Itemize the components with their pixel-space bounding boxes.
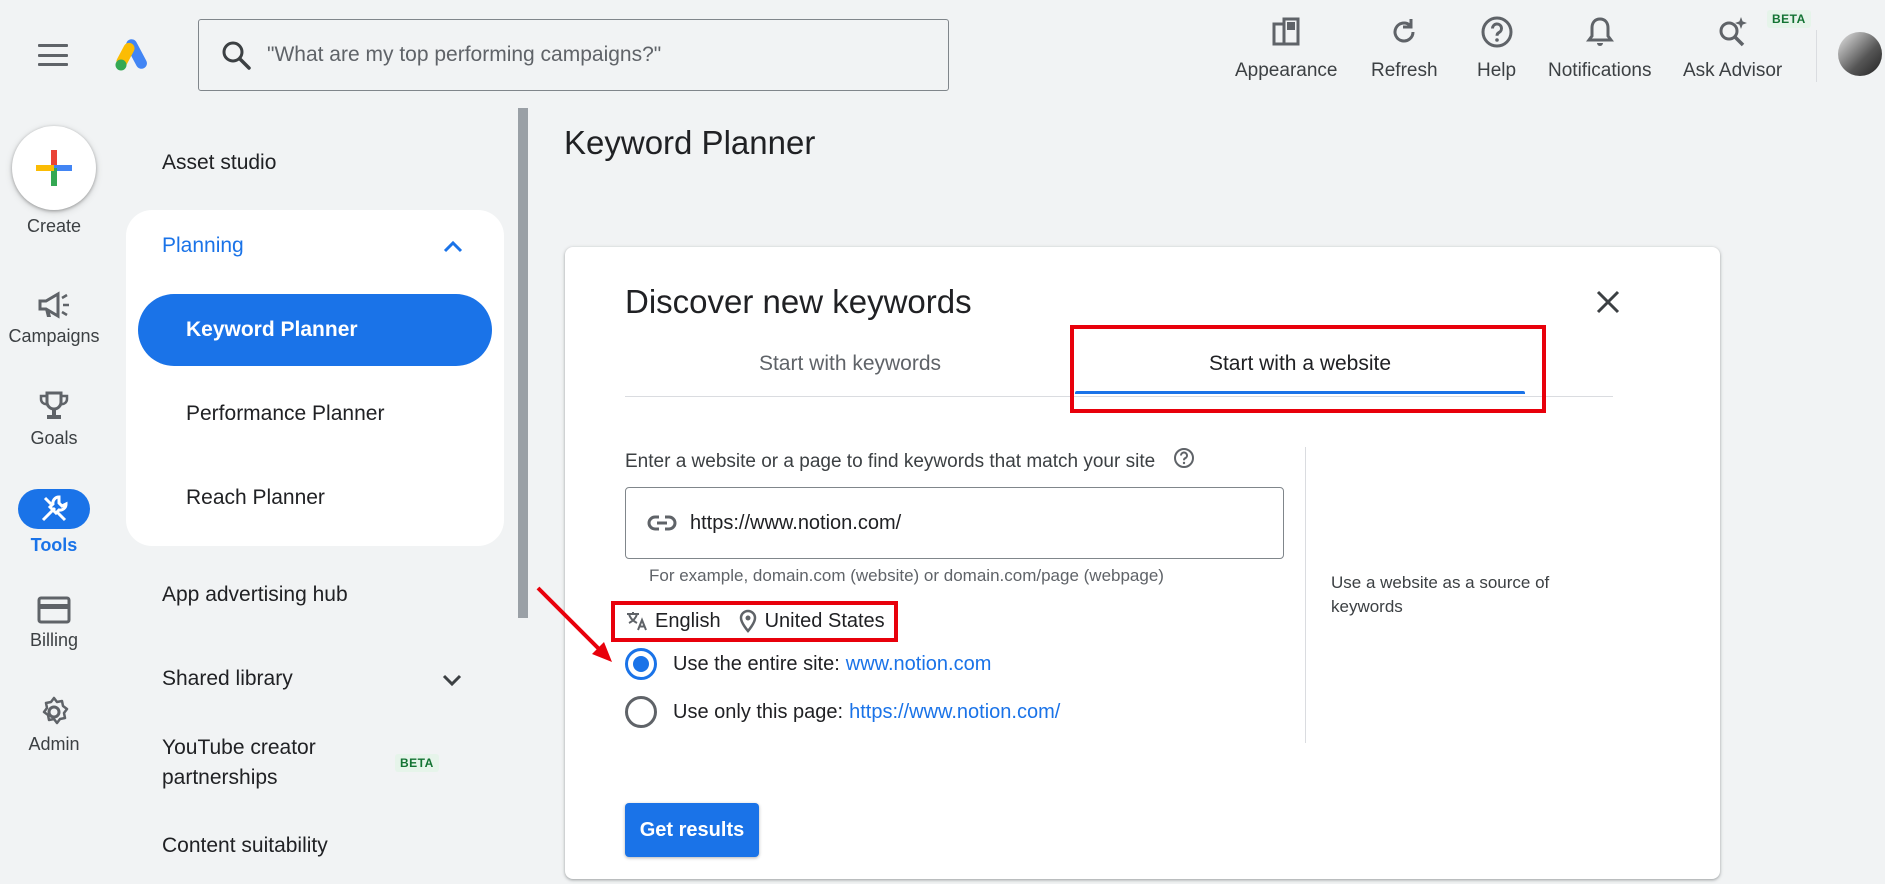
page-title: Keyword Planner (564, 124, 816, 161)
tools-label: Tools (30, 535, 78, 555)
link-icon (647, 515, 677, 531)
search-icon (222, 41, 251, 70)
website-url-input[interactable] (690, 511, 1250, 535)
beta-badge: BETA (1767, 10, 1811, 28)
get-results-button[interactable]: Get results (625, 803, 759, 857)
help-icon (1479, 14, 1515, 50)
sparkle-search-icon (1715, 14, 1751, 50)
only-page-label: Use only this page: (673, 700, 844, 723)
rail-goals[interactable]: Goals (0, 390, 108, 449)
help-icon[interactable] (1173, 447, 1195, 469)
toolbar-divider (1816, 30, 1817, 82)
nav-performance-planner[interactable]: Performance Planner (138, 378, 492, 450)
billing-label: Billing (29, 630, 79, 650)
create-label: Create (26, 216, 82, 236)
top-bar: Appearance Refresh Help Notifications As… (0, 0, 1885, 108)
search-bar[interactable] (198, 19, 949, 91)
nav-shared-library[interactable]: Shared library (162, 667, 293, 691)
side-note: Use a website as a source of keywords (1331, 573, 1550, 616)
rail-campaigns[interactable]: Campaigns (0, 290, 108, 347)
chevron-down-icon[interactable] (440, 668, 464, 692)
highlight-box-language (611, 601, 898, 642)
goals-label: Goals (30, 428, 78, 448)
option-entire-site[interactable]: Use the entire site: www.notion.com (625, 648, 991, 680)
only-page-link[interactable]: https://www.notion.com/ (849, 701, 1060, 724)
option-only-page[interactable]: Use only this page: https://www.notion.c… (625, 696, 1060, 728)
rail-billing[interactable]: Billing (0, 596, 108, 651)
avatar[interactable] (1838, 32, 1882, 76)
radio-entire-site[interactable] (625, 648, 657, 680)
entire-site-link[interactable]: www.notion.com (846, 653, 992, 676)
nav-scrollbar[interactable] (518, 108, 528, 618)
appearance-button[interactable]: Appearance (1235, 14, 1337, 82)
ask-advisor-label: Ask Advisor (1683, 60, 1783, 81)
nav-content-suitability[interactable]: Content suitability (162, 834, 328, 858)
bell-icon (1582, 14, 1618, 50)
help-label: Help (1477, 60, 1517, 81)
credit-card-icon (37, 596, 71, 624)
refresh-button[interactable]: Refresh (1371, 14, 1438, 82)
campaigns-label: Campaigns (8, 326, 100, 346)
admin-label: Admin (28, 734, 80, 754)
trophy-icon (39, 391, 69, 419)
gear-icon (42, 696, 69, 725)
create-button[interactable]: Create (0, 126, 108, 237)
radio-only-page[interactable] (625, 696, 657, 728)
website-field-label: Enter a website or a page to find keywor… (625, 451, 1156, 472)
column-divider (1305, 447, 1306, 743)
website-url-field[interactable] (625, 487, 1284, 559)
tools-icon (18, 489, 90, 529)
notifications-label: Notifications (1548, 60, 1652, 81)
notifications-button[interactable]: Notifications (1548, 14, 1652, 82)
entire-site-label: Use the entire site: (673, 652, 840, 675)
nav-keyword-planner[interactable]: Keyword Planner (138, 294, 492, 366)
planning-section: Planning Keyword Planner Performance Pla… (126, 210, 504, 546)
refresh-icon (1386, 14, 1422, 50)
plus-icon (12, 126, 96, 210)
help-button[interactable]: Help (1477, 14, 1516, 82)
nav-app-advertising-hub[interactable]: App advertising hub (162, 583, 348, 607)
red-arrow-annotation (536, 586, 612, 662)
search-input[interactable] (267, 43, 907, 67)
dialog-title: Discover new keywords (625, 283, 972, 320)
close-icon[interactable] (1593, 287, 1623, 317)
nav-planning[interactable]: Planning (162, 234, 244, 258)
refresh-label: Refresh (1371, 60, 1438, 81)
nav-reach-planner[interactable]: Reach Planner (138, 462, 492, 534)
appearance-icon (1268, 14, 1304, 50)
highlight-box-tab (1070, 325, 1546, 413)
rail-admin[interactable]: Admin (0, 696, 108, 755)
url-hint: For example, domain.com (website) or dom… (649, 566, 1164, 585)
rail-tools[interactable]: Tools (0, 489, 108, 556)
youtube-beta-badge: BETA (395, 754, 439, 772)
appearance-label: Appearance (1235, 60, 1338, 81)
nav-youtube-partnerships-line1[interactable]: YouTube creator (162, 736, 316, 760)
menu-icon[interactable] (38, 44, 68, 66)
chevron-up-icon[interactable] (442, 236, 464, 258)
megaphone-icon (38, 291, 69, 319)
nav-youtube-partnerships-line2[interactable]: partnerships (162, 766, 278, 790)
google-ads-logo[interactable] (114, 36, 154, 72)
tab-start-with-keywords[interactable]: Start with keywords (625, 339, 1075, 389)
nav-asset-studio[interactable]: Asset studio (162, 151, 276, 175)
